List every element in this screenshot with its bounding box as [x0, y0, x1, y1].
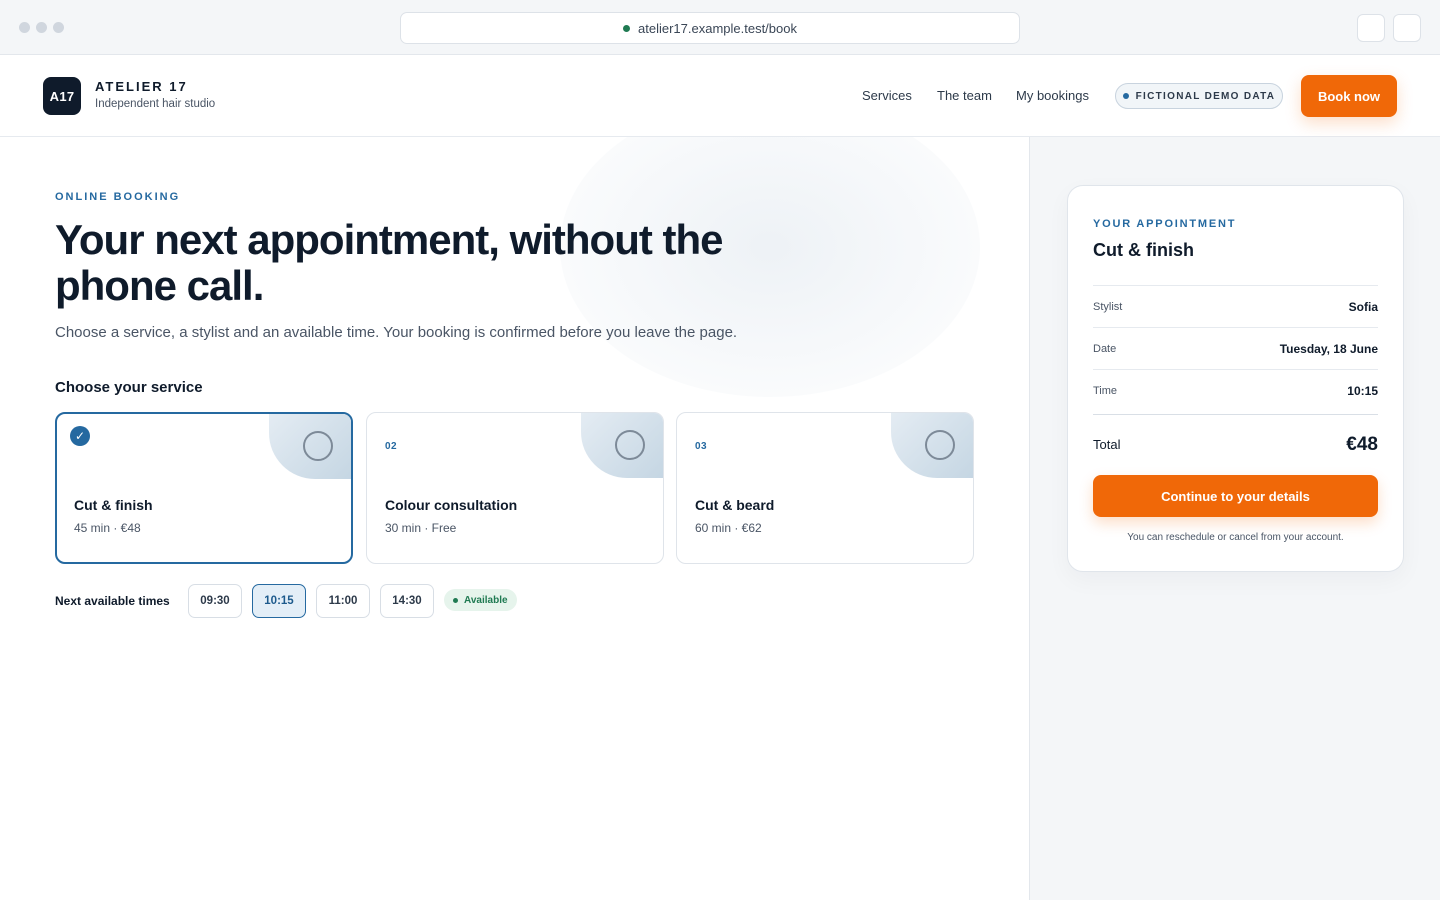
service-meta: 30 min · Free: [385, 521, 457, 535]
status-dot-icon: [1122, 93, 1129, 99]
summary-row-time: Time 10:15: [1093, 369, 1378, 411]
service-number: 03: [695, 441, 708, 452]
nav-services[interactable]: Services: [862, 88, 912, 103]
continue-button[interactable]: Continue to your details: [1093, 475, 1378, 517]
nav-team[interactable]: The team: [937, 88, 992, 103]
service-card-cut-beard[interactable]: 03 Cut & beard 60 min · €62: [676, 412, 974, 564]
site-header: A17 ATELIER 17 Independent hair studio S…: [0, 55, 1440, 137]
summary-label: Stylist: [1093, 300, 1123, 313]
service-name: Cut & finish: [74, 497, 153, 513]
window-minimize-icon[interactable]: [36, 22, 47, 33]
service-meta: 60 min · €62: [695, 521, 762, 535]
time-slot-0930[interactable]: 09:30: [188, 584, 242, 618]
address-bar[interactable]: atelier17.example.test/book: [400, 12, 1020, 44]
summary-sidebar: YOUR APPOINTMENT Cut & finish Stylist So…: [1029, 137, 1440, 900]
brand-subtitle: Independent hair studio: [95, 98, 216, 110]
appointment-summary-card: YOUR APPOINTMENT Cut & finish Stylist So…: [1067, 185, 1404, 572]
demo-data-badge: FICTIONAL DEMO DATA: [1115, 83, 1283, 109]
summary-row-date: Date Tuesday, 18 June: [1093, 327, 1378, 369]
page-title: Your next appointment, without the phone…: [55, 216, 724, 309]
time-slot-1100[interactable]: 11:00: [316, 584, 370, 618]
summary-row-stylist: Stylist Sofia: [1093, 285, 1378, 327]
summary-label: Date: [1093, 342, 1117, 355]
radio-ring-icon: [615, 430, 645, 460]
demo-data-label: FICTIONAL DEMO DATA: [1135, 90, 1276, 102]
window-maximize-icon[interactable]: [53, 22, 64, 33]
total-label: Total: [1093, 437, 1121, 452]
availability-label: Available: [464, 594, 508, 606]
browser-menu-button[interactable]: [1393, 14, 1421, 42]
window-close-icon[interactable]: [19, 22, 30, 33]
time-slot-1015[interactable]: 10:15: [252, 584, 306, 618]
summary-title: Cut & finish: [1093, 240, 1194, 260]
reschedule-note: You can reschedule or cancel from your a…: [1127, 532, 1344, 543]
book-now-button[interactable]: Book now: [1301, 75, 1397, 117]
brand-logo[interactable]: A17: [43, 77, 81, 115]
summary-label: Time: [1093, 384, 1118, 397]
time-slot-1430[interactable]: 14:30: [380, 584, 434, 618]
status-dot-icon: [453, 597, 458, 603]
service-meta: 45 min · €48: [74, 521, 141, 535]
hero-lead: Choose a service, a stylist and an avail…: [55, 324, 738, 341]
summary-eyebrow: YOUR APPOINTMENT: [1093, 218, 1237, 230]
radio-ring-icon: [303, 431, 333, 461]
summary-total: Total €48: [1093, 414, 1378, 474]
address-text: atelier17.example.test/book: [638, 20, 797, 36]
service-card-cut-finish[interactable]: ✓ Cut & finish 45 min · €48: [55, 412, 353, 564]
hero-eyebrow: ONLINE BOOKING: [55, 191, 181, 203]
summary-value: Tuesday, 18 June: [1279, 341, 1378, 356]
availability-badge: Available: [444, 589, 517, 611]
check-icon: ✓: [70, 426, 90, 446]
nav-my-bookings[interactable]: My bookings: [1016, 88, 1089, 103]
browser-action-button[interactable]: [1357, 14, 1385, 42]
secure-dot-icon: [623, 24, 630, 32]
times-label: Next available times: [55, 594, 170, 608]
summary-value: Sofia: [1348, 299, 1378, 314]
summary-value: 10:15: [1347, 383, 1378, 398]
service-section-title: Choose your service: [55, 379, 203, 396]
booking-main: ONLINE BOOKING Your next appointment, wi…: [0, 137, 1029, 900]
service-card-colour-consultation[interactable]: 02 Colour consultation 30 min · Free: [366, 412, 664, 564]
service-name: Colour consultation: [385, 497, 518, 513]
total-value: €48: [1346, 433, 1378, 455]
browser-chrome: atelier17.example.test/book: [0, 0, 1440, 55]
brand-name: ATELIER 17: [95, 79, 188, 94]
service-name: Cut & beard: [695, 497, 775, 513]
service-number: 02: [385, 441, 398, 452]
radio-ring-icon: [925, 430, 955, 460]
